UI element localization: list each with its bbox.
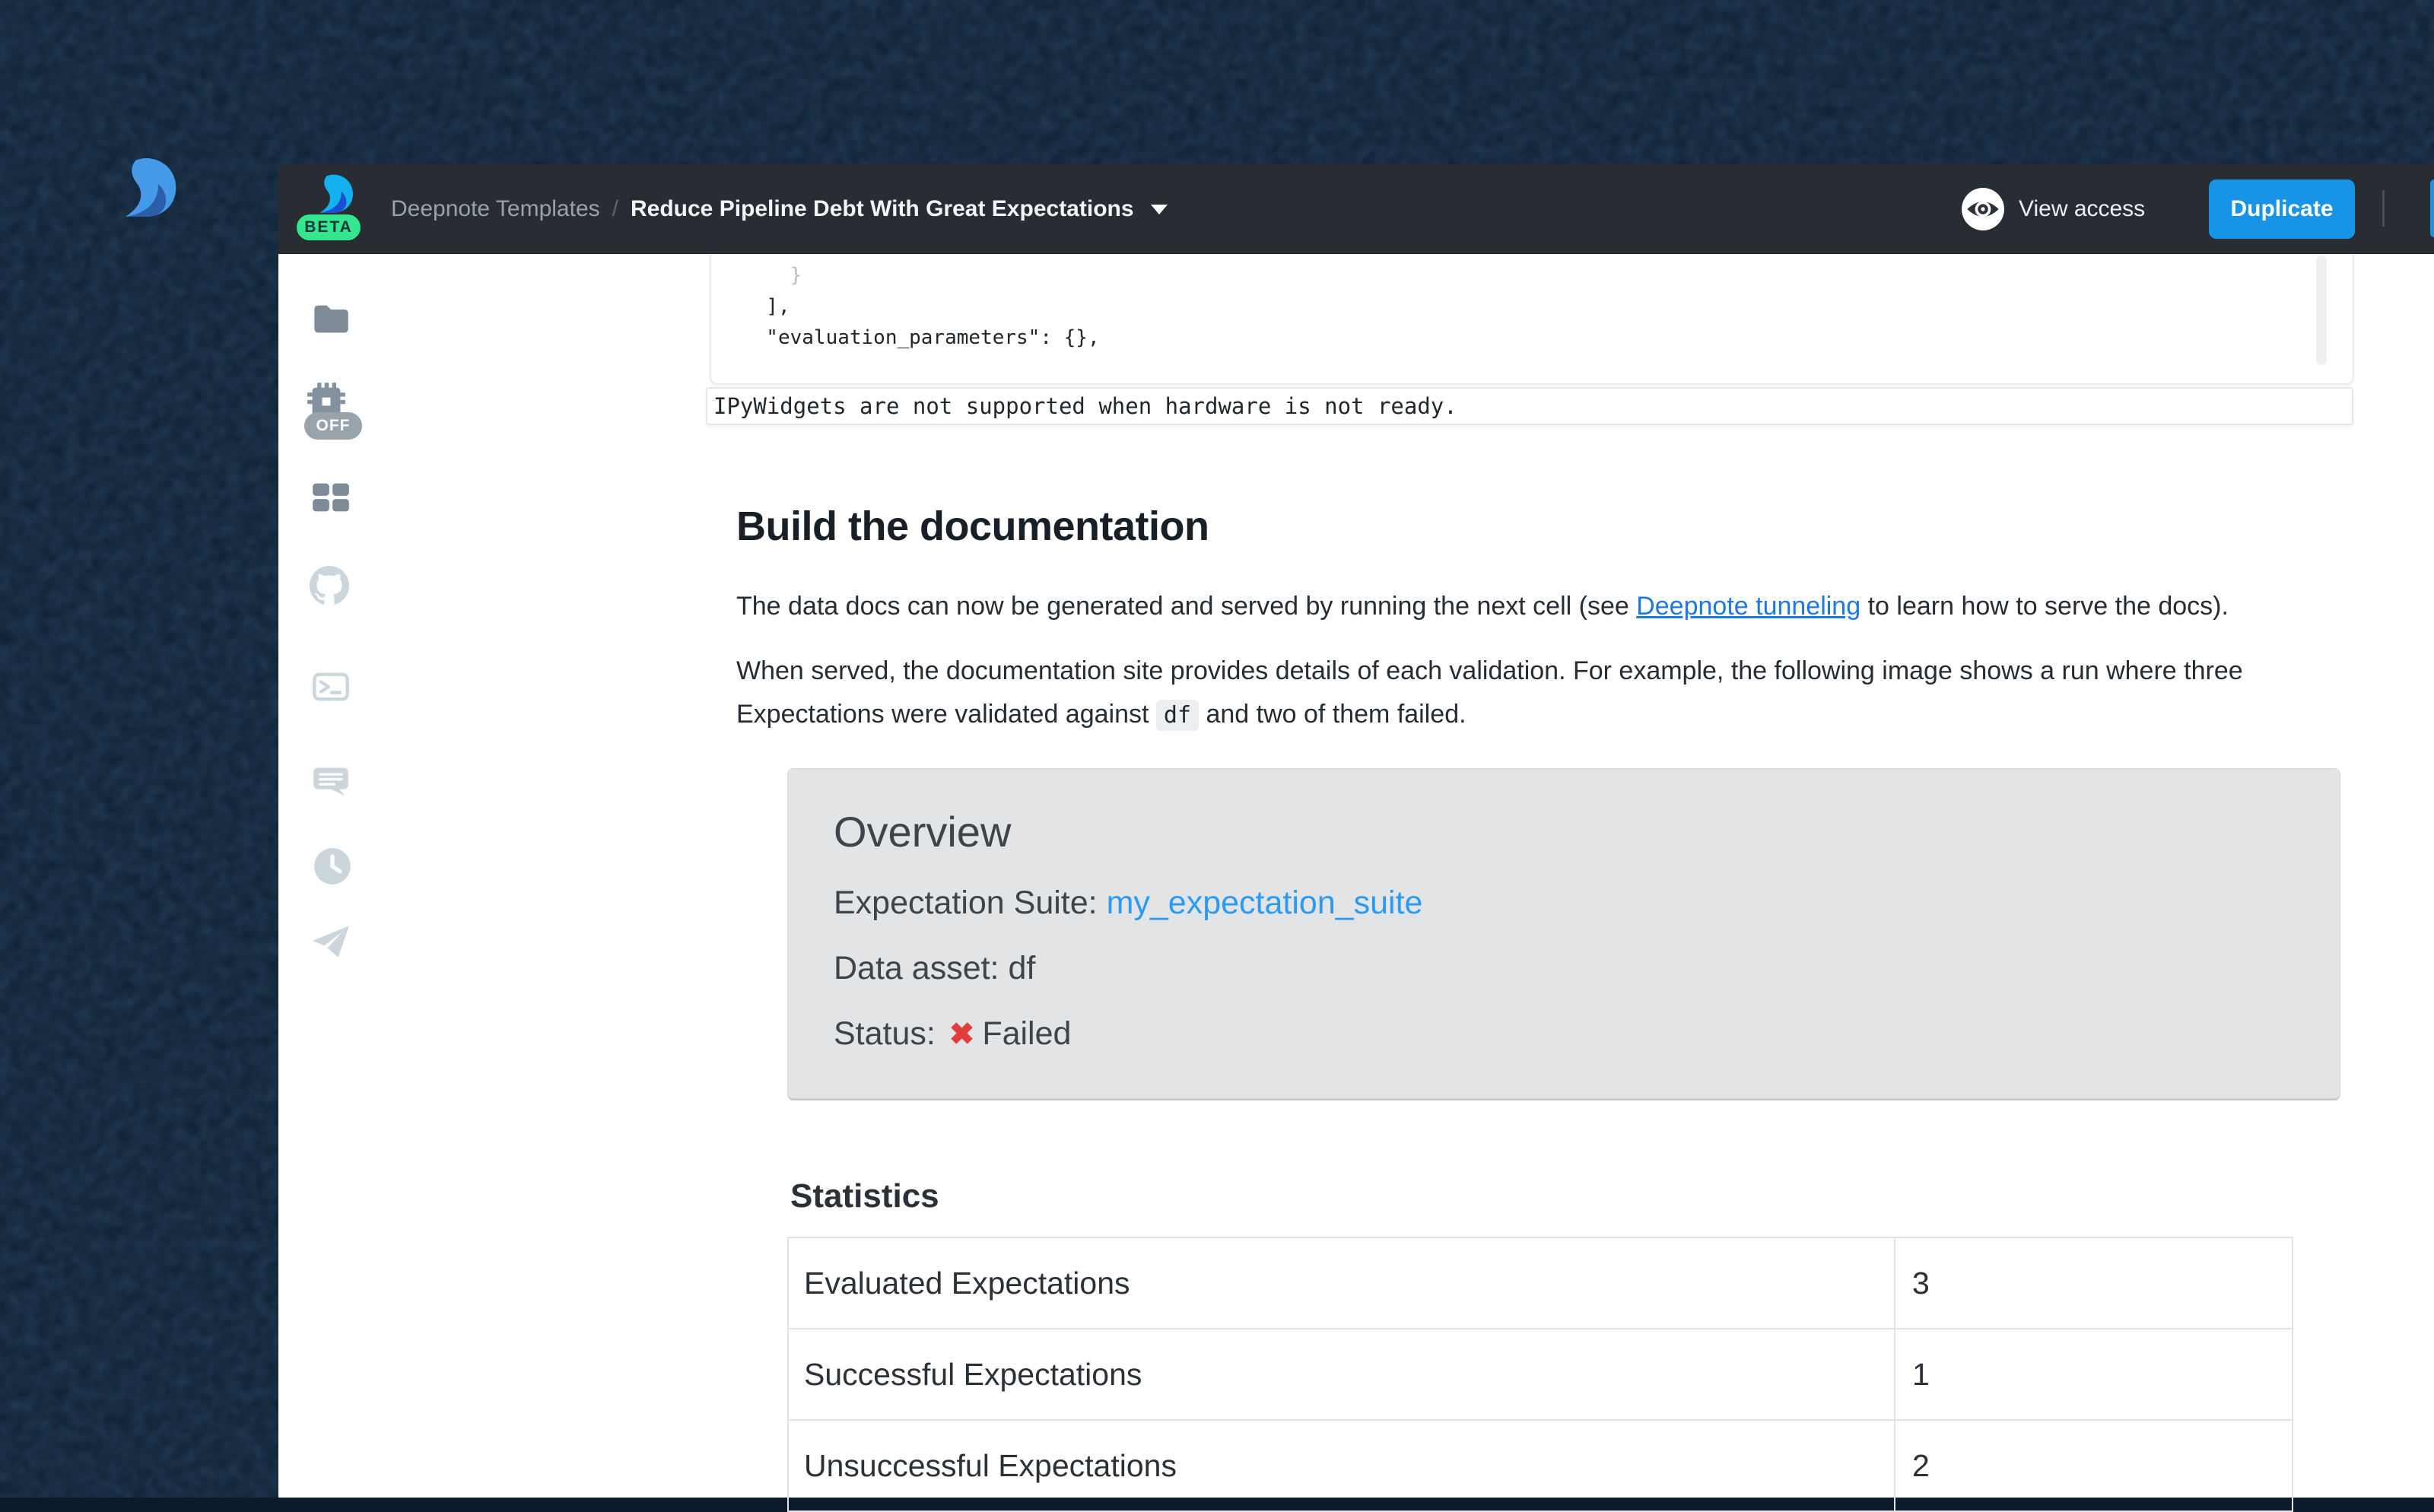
data-asset-line: Data asset: df <box>834 950 2340 987</box>
asset-label: Data asset: <box>834 950 1008 986</box>
notebook-content: OFF <box>278 254 2434 1498</box>
paragraph-data-docs: The data docs can now be generated and s… <box>736 584 2402 628</box>
deepnote-app: { "colors": { "background_navy": "#0b1b2… <box>0 0 2434 1498</box>
paragraph-validation: When served, the documentation site prov… <box>736 650 2402 737</box>
breadcrumb[interactable]: Deepnote Templates <box>391 196 600 222</box>
output-scrollbar[interactable] <box>2316 256 2327 365</box>
table-row: Successful Expectations 1 <box>788 1329 2293 1420</box>
github-icon[interactable] <box>310 566 349 605</box>
code-line: "evaluation_parameters": {}, <box>742 322 2353 354</box>
statistics-title: Statistics <box>790 1177 939 1215</box>
topbar: BETA Deepnote Templates / Reduce Pipelin… <box>278 164 2434 254</box>
table-row: Unsuccessful Expectations 2 <box>788 1420 2293 1511</box>
statistics-table: Evaluated Expectations 3 Successful Expe… <box>787 1237 2293 1512</box>
inline-code-df: df <box>1156 700 1199 731</box>
stat-label: Evaluated Expectations <box>788 1237 1895 1329</box>
deepnote-logo <box>114 155 180 225</box>
stat-label: Successful Expectations <box>788 1329 1895 1420</box>
sidebar-item-files[interactable] <box>311 300 351 339</box>
expectation-suite-line: Expectation Suite: my_expectation_suite <box>834 885 2340 922</box>
comments-icon[interactable] <box>311 763 351 802</box>
machine-off-badge[interactable]: OFF <box>304 412 362 440</box>
para2-line2: Expectations were validated against <box>736 700 1156 729</box>
stat-value: 3 <box>1895 1237 2293 1329</box>
project-title[interactable]: Reduce Pipeline Debt With Great Expectat… <box>631 196 1134 222</box>
stream-output-text: IPyWidgets are not supported when hardwa… <box>713 393 1457 419</box>
code-line: } <box>742 260 2353 291</box>
stat-label: Unsuccessful Expectations <box>788 1420 1895 1511</box>
edge-cutoff-button[interactable] <box>2430 179 2434 237</box>
view-access-label: View access <box>2019 196 2145 222</box>
chevron-down-icon[interactable] <box>1151 205 1168 214</box>
failed-x-icon: ✖ <box>949 1018 975 1051</box>
table-row: Evaluated Expectations 3 <box>788 1237 2293 1329</box>
overview-card: Overview Expectation Suite: my_expectati… <box>787 768 2340 1101</box>
duplicate-button[interactable]: Duplicate <box>2209 179 2355 239</box>
suite-value-link: my_expectation_suite <box>1107 885 1423 921</box>
para2-line1: When served, the documentation site prov… <box>736 656 2243 685</box>
section-heading: Build the documentation <box>736 503 1209 550</box>
status-label: Status: <box>834 1015 945 1052</box>
stat-value: 1 <box>1895 1329 2293 1420</box>
view-access-button[interactable]: View access <box>1961 164 2145 254</box>
beta-badge: BETA <box>297 214 361 240</box>
code-output-cell[interactable]: } ], "evaluation_parameters": {}, <box>710 254 2354 385</box>
stat-value: 2 <box>1895 1420 2293 1511</box>
topbar-divider <box>2382 190 2385 227</box>
para2-line2-after: and two of them failed. <box>1199 700 1466 729</box>
status-line: Status: ✖Failed <box>834 1015 2340 1053</box>
publish-icon[interactable] <box>311 922 351 961</box>
eye-icon <box>1961 187 2005 231</box>
para1-text-after: to learn how to serve the docs). <box>1860 592 2229 621</box>
deepnote-tunneling-link[interactable]: Deepnote tunneling <box>1636 592 1860 621</box>
history-icon[interactable] <box>313 847 352 886</box>
breadcrumb-separator: / <box>612 196 618 222</box>
code-line: ], <box>742 291 2353 322</box>
sidebar-item-blocks[interactable] <box>311 478 351 517</box>
deepnote-mark-icon <box>310 174 358 217</box>
terminal-icon[interactable] <box>311 667 351 707</box>
para1-text: The data docs can now be generated and s… <box>736 592 1636 621</box>
overview-title: Overview <box>834 807 2340 856</box>
suite-label: Expectation Suite: <box>834 885 1107 921</box>
deepnote-header-logo[interactable]: BETA <box>297 175 362 243</box>
status-value: Failed <box>982 1015 1071 1052</box>
workspace-panel: BETA Deepnote Templates / Reduce Pipelin… <box>278 164 2434 1498</box>
stream-output-cell: IPyWidgets are not supported when hardwa… <box>706 387 2353 425</box>
json-output: } ], "evaluation_parameters": {}, <box>742 260 2353 354</box>
asset-value: df <box>1008 950 1035 986</box>
